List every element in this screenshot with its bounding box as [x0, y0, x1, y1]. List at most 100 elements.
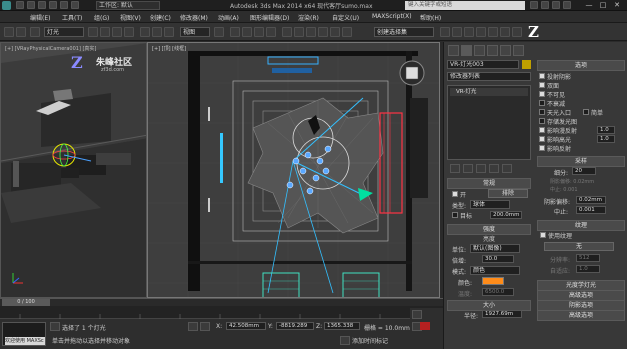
scale-icon[interactable]: [164, 27, 174, 37]
layer-icon[interactable]: [306, 27, 316, 37]
camera-viewport[interactable]: [+] [VRayPhysicalCamera001] [真实] Z 朱峰社区 …: [0, 42, 147, 298]
affect-reflections-checkbox[interactable]: [539, 145, 545, 151]
motion-tab-icon[interactable]: [487, 45, 498, 56]
x-coord-field[interactable]: 42.508mm: [226, 322, 266, 330]
angle-snap-icon[interactable]: [242, 27, 252, 37]
affect-specular-checkbox[interactable]: [539, 136, 545, 142]
utilities-tab-icon[interactable]: [513, 45, 524, 56]
menu-animation[interactable]: 动画(A): [218, 13, 239, 22]
texture-rollout-header[interactable]: 纹理: [537, 220, 625, 231]
spinner-snap-icon[interactable]: [266, 27, 276, 37]
render-icon[interactable]: [476, 27, 486, 37]
hold-icon[interactable]: [71, 1, 79, 9]
menu-rendering[interactable]: 渲染(R): [298, 13, 319, 22]
reference-coord-dropdown[interactable]: 视图: [180, 27, 210, 37]
percent-snap-icon[interactable]: [254, 27, 264, 37]
curve-editor-icon[interactable]: [330, 27, 340, 37]
align-icon[interactable]: [294, 27, 304, 37]
units-dropdown[interactable]: 默认(图像): [470, 244, 520, 253]
sampling-rollout-header[interactable]: 采样: [537, 156, 625, 167]
save-file-icon[interactable]: [38, 1, 46, 9]
cutoff-field[interactable]: 0.001: [576, 206, 606, 214]
time-slider-thumb[interactable]: 0 / 100: [2, 299, 50, 306]
object-name-field[interactable]: VR-灯光003: [447, 60, 519, 69]
maxscript-input[interactable]: 欢迎使用 MAXSc: [5, 337, 45, 345]
autokey-icon[interactable]: [412, 310, 422, 319]
vray-icon[interactable]: [500, 27, 510, 37]
menu-create[interactable]: 创建(C): [150, 13, 171, 22]
lock-selection-icon[interactable]: [188, 322, 198, 331]
select-icon[interactable]: [88, 27, 98, 37]
modifier-list-dropdown[interactable]: 修改器列表: [447, 72, 531, 81]
adaptive-field[interactable]: 1.0: [576, 265, 600, 273]
camera-viewport-label[interactable]: [+] [VRayPhysicalCamera001] [真实]: [5, 45, 96, 52]
advanced-options-rollout-header[interactable]: 高级选项: [537, 310, 625, 321]
menu-edit[interactable]: 编辑(E): [30, 13, 50, 22]
named-selection-dropdown[interactable]: 创建选择集: [374, 27, 434, 37]
search-input[interactable]: 键入关键字或短语: [405, 1, 525, 10]
show-end-result-icon[interactable]: [463, 164, 473, 173]
infocenter-icon[interactable]: [541, 1, 549, 9]
time-slider[interactable]: 0 / 100: [0, 298, 443, 306]
top-viewport[interactable]: [+] [顶] [线框]: [147, 42, 440, 298]
selection-filter-dropdown[interactable]: 灯光: [44, 27, 84, 37]
open-file-icon[interactable]: [27, 1, 35, 9]
affect-diffuse-field[interactable]: 1.0: [597, 126, 615, 134]
menu-group[interactable]: 组(G): [94, 13, 109, 22]
remove-modifier-icon[interactable]: [489, 164, 499, 173]
menu-customize[interactable]: 自定义(U): [332, 13, 359, 22]
pin-stack-icon[interactable]: [450, 164, 460, 173]
invisible-checkbox[interactable]: [539, 91, 545, 97]
hierarchy-tab-icon[interactable]: [474, 45, 485, 56]
absolute-mode-icon[interactable]: [200, 322, 210, 331]
affect-diffuse-checkbox[interactable]: [539, 127, 545, 133]
rotate-icon[interactable]: [152, 27, 162, 37]
cast-shadows-checkbox[interactable]: [539, 73, 545, 79]
skylight-portal-checkbox[interactable]: [539, 109, 545, 115]
close-button[interactable]: ✕: [612, 1, 622, 10]
modify-tab-icon[interactable]: [461, 45, 472, 56]
create-tab-icon[interactable]: [448, 45, 459, 56]
selection-type-icon[interactable]: [50, 322, 60, 331]
light-color-swatch[interactable]: [482, 277, 504, 285]
modifier-stack-item[interactable]: VR-灯光: [450, 88, 528, 96]
track-bar[interactable]: [0, 306, 443, 319]
move-icon[interactable]: [140, 27, 150, 37]
new-file-icon[interactable]: [16, 1, 24, 9]
menu-views[interactable]: 视图(V): [120, 13, 141, 22]
app-icon[interactable]: [2, 1, 11, 10]
autokey-indicator[interactable]: [420, 322, 430, 330]
store-irradiance-checkbox[interactable]: [539, 118, 545, 124]
type-dropdown[interactable]: 球体: [470, 200, 510, 209]
graphite-icon[interactable]: [318, 27, 328, 37]
object-color-swatch[interactable]: [522, 60, 531, 69]
select-by-name-icon[interactable]: [100, 27, 110, 37]
vray-frame-icon[interactable]: [512, 27, 522, 37]
menu-tools[interactable]: 工具(T): [62, 13, 82, 22]
top-viewport-label[interactable]: [+] [顶] [线框]: [152, 45, 186, 52]
maximize-button[interactable]: □: [598, 1, 608, 10]
menu-graph-editors[interactable]: 图形编辑器(D): [250, 13, 289, 22]
link-icon[interactable]: [30, 27, 40, 37]
region-select-icon[interactable]: [112, 27, 122, 37]
exclude-button[interactable]: 排除: [488, 189, 528, 198]
affect-specular-field[interactable]: 1.0: [597, 135, 615, 143]
use-texture-checkbox[interactable]: [540, 232, 546, 238]
multiplier-field[interactable]: 30.0: [482, 255, 514, 263]
add-time-tag[interactable]: 添加时间标记: [352, 336, 388, 345]
menu-help[interactable]: 帮助(H): [420, 13, 441, 22]
window-crossing-icon[interactable]: [124, 27, 134, 37]
menu-maxscript[interactable]: MAXScript(X): [372, 13, 412, 20]
teapot-icon[interactable]: [488, 27, 498, 37]
snap-icon[interactable]: [230, 27, 240, 37]
texture-map-button[interactable]: 无: [544, 242, 614, 251]
targeted-checkbox[interactable]: [452, 212, 458, 218]
rendered-frame-icon[interactable]: [464, 27, 474, 37]
simple-checkbox[interactable]: [583, 109, 589, 115]
double-sided-checkbox[interactable]: [539, 82, 545, 88]
make-unique-icon[interactable]: [476, 164, 486, 173]
search-icon[interactable]: [530, 1, 538, 9]
mode-dropdown[interactable]: 颜色: [470, 266, 520, 275]
temperature-field[interactable]: 6500.0: [482, 288, 514, 296]
light-on-checkbox[interactable]: [452, 191, 458, 197]
